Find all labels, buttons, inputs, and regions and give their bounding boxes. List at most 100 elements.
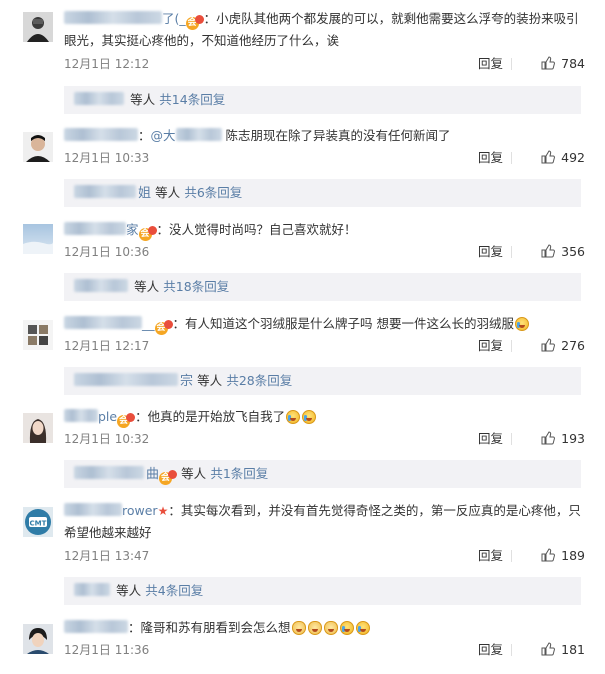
star-badge-icon: ★ bbox=[157, 504, 169, 518]
svg-text:CMT: CMT bbox=[30, 520, 47, 528]
replier-name-tail[interactable]: 姐 bbox=[138, 186, 151, 201]
comment-body: 他真的是开始放飞自我了 bbox=[147, 409, 286, 424]
verified-icon bbox=[163, 320, 173, 329]
comment-text: 了(_ 会：小虎队其他两个都发展的可以，就剩他需要这么浮夸的装扮来吸引眼光，其实挺… bbox=[64, 11, 579, 48]
mention-name[interactable] bbox=[175, 128, 222, 141]
divider bbox=[511, 550, 512, 562]
replier-names[interactable] bbox=[74, 583, 110, 596]
comment-text: ：@大 陈志朋现在除了异装真的没有任何新闻了 bbox=[64, 125, 585, 147]
like-count: 181 bbox=[561, 642, 585, 657]
replies-summary: 宗 等人 共28条回复 bbox=[64, 367, 581, 395]
username[interactable] bbox=[64, 222, 126, 235]
view-replies-link[interactable]: 共28条回复 bbox=[226, 373, 292, 388]
replier-name-tail[interactable]: 宗 bbox=[180, 374, 193, 389]
replier-names[interactable] bbox=[74, 466, 144, 479]
replier-suffix: 等人 bbox=[134, 279, 160, 294]
reply-button[interactable]: 回复 bbox=[478, 148, 503, 168]
replies-summary: 等人 共18条回复 bbox=[64, 273, 581, 301]
like-button[interactable]: 189 bbox=[541, 546, 585, 566]
comment-text: rower★：其实每次看到，并没有首先觉得奇怪之类的，第一反应真的是心疼他，只希… bbox=[64, 503, 581, 540]
view-replies-link[interactable]: 共18条回复 bbox=[163, 279, 229, 294]
avatar[interactable] bbox=[23, 413, 53, 443]
divider bbox=[511, 152, 512, 164]
mention-link[interactable]: @大 bbox=[151, 128, 176, 143]
avatar[interactable] bbox=[23, 12, 53, 42]
verified-icon bbox=[147, 226, 157, 235]
like-count: 276 bbox=[561, 338, 585, 353]
timestamp: 12月1日 12:12 bbox=[64, 57, 150, 71]
cat-emoji-icon bbox=[291, 621, 306, 635]
view-replies-link[interactable]: 共6条回复 bbox=[184, 185, 242, 200]
like-button[interactable]: 784 bbox=[541, 54, 585, 74]
view-replies-link[interactable]: 共14条回复 bbox=[159, 92, 225, 107]
username[interactable] bbox=[64, 620, 128, 633]
replier-names[interactable] bbox=[74, 92, 124, 105]
avatar[interactable] bbox=[23, 624, 53, 654]
thumbs-up-icon bbox=[541, 338, 556, 352]
username-tail[interactable]: ple bbox=[98, 409, 117, 424]
like-count: 356 bbox=[561, 244, 585, 259]
replies-summary: 曲会 等人 共1条回复 bbox=[64, 460, 581, 488]
reply-button[interactable]: 回复 bbox=[478, 242, 503, 262]
username-tail[interactable]: 了(_ bbox=[162, 11, 186, 26]
username[interactable] bbox=[64, 409, 98, 422]
avatar[interactable] bbox=[23, 224, 53, 254]
replier-names[interactable] bbox=[74, 279, 128, 292]
view-replies-link[interactable]: 共1条回复 bbox=[210, 466, 268, 481]
username[interactable] bbox=[64, 128, 138, 141]
replier-suffix: 等人 bbox=[197, 373, 223, 388]
like-button[interactable]: 356 bbox=[541, 242, 585, 262]
reply-button[interactable]: 回复 bbox=[478, 640, 503, 660]
replier-suffix: 等人 bbox=[155, 185, 181, 200]
replies-summary: 姐 等人 共6条回复 bbox=[64, 179, 581, 207]
like-button[interactable]: 276 bbox=[541, 336, 585, 356]
comment-text: ple 会：他真的是开始放飞自我了 bbox=[64, 406, 585, 428]
cat-emoji-icon bbox=[307, 621, 322, 635]
like-button[interactable]: 193 bbox=[541, 429, 585, 449]
avatar[interactable] bbox=[23, 132, 53, 162]
comment-body: 隆哥和苏有朋看到会怎么想 bbox=[140, 620, 291, 635]
laugh-cry-emoji-icon bbox=[302, 410, 317, 424]
replies-summary: 等人 共4条回复 bbox=[64, 577, 581, 605]
thumbs-up-icon bbox=[541, 548, 556, 562]
username-tail[interactable]: __ bbox=[142, 316, 155, 331]
divider bbox=[511, 433, 512, 445]
thumbs-up-icon bbox=[541, 56, 556, 70]
thumbs-up-icon bbox=[541, 150, 556, 164]
username[interactable] bbox=[64, 316, 142, 329]
like-button[interactable]: 181 bbox=[541, 640, 585, 660]
like-button[interactable]: 492 bbox=[541, 148, 585, 168]
laugh-cry-emoji-icon bbox=[339, 621, 354, 635]
replier-name-tail[interactable]: 曲 bbox=[146, 467, 159, 482]
comment-text: 家会：没人觉得时尚吗？自己喜欢就好！ bbox=[64, 219, 585, 241]
replier-names[interactable] bbox=[74, 373, 178, 386]
reply-button[interactable]: 回复 bbox=[478, 336, 503, 356]
avatar[interactable] bbox=[23, 320, 53, 350]
reply-button[interactable]: 回复 bbox=[478, 429, 503, 449]
laugh-cry-emoji-icon bbox=[515, 317, 529, 331]
replier-suffix: 等人 bbox=[181, 466, 207, 481]
laugh-cry-emoji-icon bbox=[355, 621, 370, 635]
replier-names[interactable] bbox=[74, 185, 136, 198]
view-replies-link[interactable]: 共4条回复 bbox=[145, 583, 203, 598]
username-tail[interactable]: 家 bbox=[126, 222, 139, 237]
verified-icon bbox=[194, 15, 204, 24]
divider bbox=[511, 644, 512, 656]
reply-button[interactable]: 回复 bbox=[478, 54, 503, 74]
timestamp: 12月1日 13:47 bbox=[64, 549, 150, 563]
comment-text: ：隆哥和苏有朋看到会怎么想 bbox=[64, 617, 585, 639]
divider bbox=[511, 246, 512, 258]
timestamp: 12月1日 10:36 bbox=[64, 245, 150, 259]
laugh-cry-emoji-icon bbox=[286, 410, 301, 424]
username[interactable] bbox=[64, 11, 162, 24]
reply-button[interactable]: 回复 bbox=[478, 546, 503, 566]
timestamp: 12月1日 11:36 bbox=[64, 643, 150, 657]
like-count: 193 bbox=[561, 431, 585, 446]
thumbs-up-icon bbox=[541, 244, 556, 258]
username-tail[interactable]: rower bbox=[122, 503, 158, 518]
timestamp: 12月1日 12:17 bbox=[64, 339, 150, 353]
comment-body: 有人知道这个羽绒服是什么牌子吗 想要一件这么长的羽绒服 bbox=[185, 316, 514, 331]
avatar[interactable]: CMT bbox=[23, 507, 53, 537]
replier-suffix: 等人 bbox=[116, 583, 142, 598]
username[interactable] bbox=[64, 503, 122, 516]
